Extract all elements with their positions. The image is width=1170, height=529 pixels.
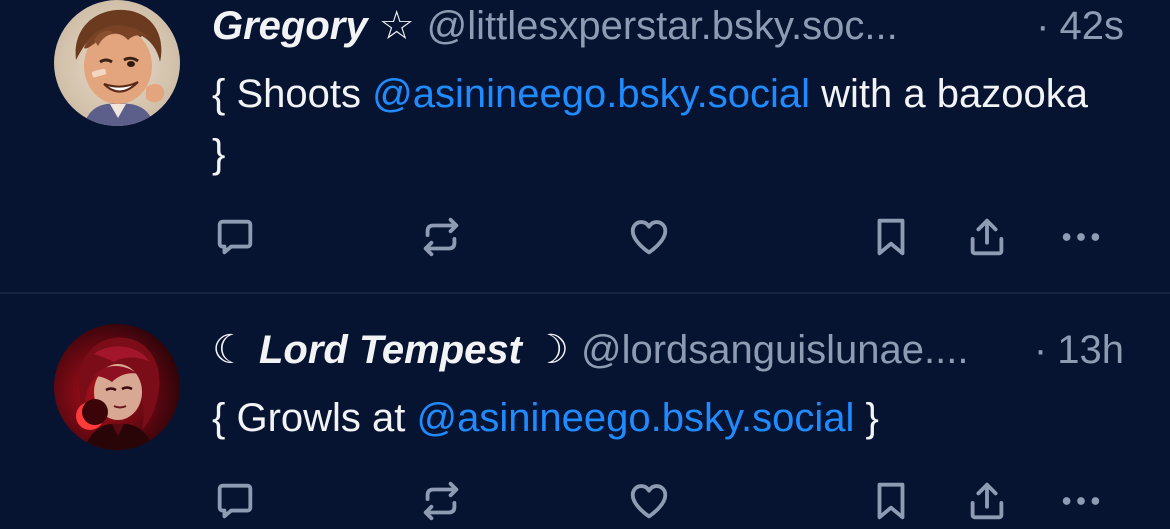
bookmark-button[interactable] xyxy=(866,212,916,262)
avatar-image xyxy=(54,324,180,450)
post-text: { Growls at @asinineego.bsky.social } xyxy=(212,388,1112,448)
reply-icon xyxy=(217,483,253,519)
mention-link[interactable]: @asinineego.bsky.social xyxy=(417,396,855,440)
repost-icon xyxy=(423,481,459,521)
post-timestamp[interactable]: 13h xyxy=(1057,324,1124,376)
more-icon xyxy=(1062,497,1100,505)
like-button[interactable] xyxy=(624,476,674,526)
like-button[interactable] xyxy=(624,212,674,262)
bookmark-icon xyxy=(877,218,905,256)
share-icon xyxy=(970,482,1004,520)
post-text: { Shoots @asinineego.bsky.social with a … xyxy=(212,64,1112,184)
author-handle[interactable]: @lordsanguislunae.... xyxy=(581,324,1024,376)
feed-post[interactable]: ☾ Lord Tempest ☽ @lordsanguislunae.... ·… xyxy=(0,294,1170,529)
bookmark-button[interactable] xyxy=(866,476,916,526)
share-button[interactable] xyxy=(962,212,1012,262)
avatar-image xyxy=(54,0,180,126)
post-header: ☾ Lord Tempest ☽ @lordsanguislunae.... ·… xyxy=(212,324,1124,376)
reply-button[interactable] xyxy=(210,476,260,526)
post-header: Gregory ☆ @littlesxperstar.bsky.soc... ·… xyxy=(212,0,1124,52)
like-icon xyxy=(630,220,668,255)
avatar[interactable] xyxy=(54,0,180,126)
post-text-segment: { Shoots xyxy=(212,72,373,116)
reply-button[interactable] xyxy=(210,212,260,262)
post-actions xyxy=(210,212,1110,262)
more-icon xyxy=(1062,233,1100,241)
author-display-name[interactable]: Gregory ☆ xyxy=(212,0,415,52)
mention-link[interactable]: @asinineego.bsky.social xyxy=(372,72,810,116)
repost-icon xyxy=(423,217,459,257)
share-icon xyxy=(970,218,1004,256)
post-actions xyxy=(210,476,1110,526)
author-display-name[interactable]: ☾ Lord Tempest ☽ xyxy=(212,324,569,376)
separator-dot: · xyxy=(1033,328,1048,372)
post-timestamp[interactable]: 42s xyxy=(1060,0,1125,52)
like-icon xyxy=(630,484,668,519)
repost-button[interactable] xyxy=(416,476,466,526)
reply-icon xyxy=(217,219,253,255)
more-options-button[interactable] xyxy=(1056,212,1106,262)
feed-post[interactable]: Gregory ☆ @littlesxperstar.bsky.soc... ·… xyxy=(0,0,1170,292)
author-handle[interactable]: @littlesxperstar.bsky.soc... xyxy=(427,0,1027,52)
post-text-segment: { Growls at xyxy=(212,396,417,440)
repost-button[interactable] xyxy=(416,212,466,262)
more-options-button[interactable] xyxy=(1056,476,1106,526)
name-decoration: ☾ xyxy=(212,328,259,372)
share-button[interactable] xyxy=(962,476,1012,526)
avatar[interactable] xyxy=(54,324,180,450)
name-decoration: ☆ xyxy=(367,4,415,48)
separator-dot: · xyxy=(1036,4,1050,48)
name-decoration: ☽ xyxy=(521,328,569,372)
bookmark-icon xyxy=(877,482,905,520)
post-text-segment: } xyxy=(854,396,879,440)
